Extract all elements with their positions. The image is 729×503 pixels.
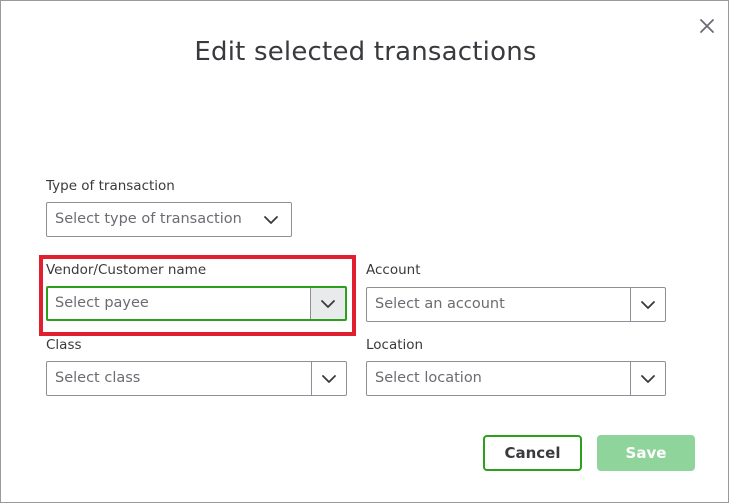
cancel-button[interactable]: Cancel [483, 435, 582, 471]
class-select[interactable]: Select class [46, 361, 347, 396]
chevron-down-icon [312, 362, 346, 395]
dialog-title: Edit selected transactions [194, 37, 537, 67]
edit-transactions-dialog: Edit selected transactions Type of trans… [0, 0, 729, 503]
transaction-type-label: Type of transaction [46, 178, 175, 194]
location-label: Location [366, 337, 424, 353]
save-button[interactable]: Save [597, 435, 695, 471]
highlight-annotation [39, 255, 356, 336]
location-placeholder: Select location [375, 370, 482, 386]
class-label: Class [46, 337, 82, 353]
close-button[interactable] [695, 14, 719, 38]
transaction-type-select[interactable]: Select type of transaction [46, 202, 292, 237]
account-label: Account [366, 262, 421, 278]
location-select[interactable]: Select location [366, 361, 666, 396]
account-placeholder: Select an account [375, 296, 505, 312]
chevron-down-icon [631, 288, 665, 321]
chevron-down-icon [257, 203, 285, 236]
close-icon [700, 19, 714, 33]
chevron-down-icon [631, 362, 665, 395]
account-select[interactable]: Select an account [366, 287, 666, 322]
transaction-type-placeholder: Select type of transaction [55, 211, 242, 227]
class-placeholder: Select class [55, 370, 141, 386]
